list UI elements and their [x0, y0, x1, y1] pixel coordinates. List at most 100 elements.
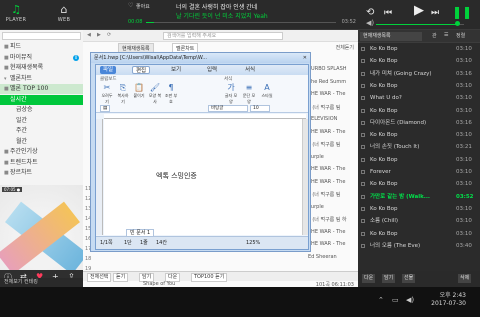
- playlist-row[interactable]: Ko Ko Bop 03:10: [358, 130, 480, 141]
- play-all-link[interactable]: 전체듣기: [336, 43, 354, 53]
- row-checkbox[interactable]: [361, 83, 365, 88]
- sidebar-item[interactable]: ■피드: [0, 42, 83, 52]
- hwp-editor-window[interactable]: 문서1.hwp [C:\Users\Wisal\AppData\Temp\W..…: [90, 52, 311, 252]
- album-cell[interactable]: '' (너 먹구름 팀: [308, 141, 358, 148]
- repeat-icon[interactable]: ⟲: [366, 7, 374, 19]
- row-checkbox[interactable]: [361, 108, 365, 113]
- sidebar-item[interactable]: 일간: [0, 116, 83, 126]
- ribbon-button[interactable]: ¶ 조판 부호: [164, 83, 178, 105]
- album-cell[interactable]: Purple: [308, 204, 358, 210]
- previous-icon[interactable]: ⏮: [384, 7, 392, 19]
- progress-bar[interactable]: [146, 22, 336, 23]
- ribbon-button[interactable]: ⎘ 복사하기: [116, 83, 130, 105]
- sidebar-item[interactable]: 월간: [0, 137, 83, 147]
- playlist-row[interactable]: 너의 손짓 (Touch It) 03:21: [358, 142, 480, 153]
- volume-control[interactable]: ◀): [366, 19, 476, 27]
- playlist-row[interactable]: Ko Ko Bop 03:10: [358, 204, 480, 215]
- add-to-button[interactable]: 담기: [382, 274, 396, 283]
- size-select[interactable]: 10: [250, 105, 270, 112]
- playlist-row[interactable]: Ko Ko Bop 03:10: [358, 44, 480, 55]
- volume-knob[interactable]: [454, 21, 460, 26]
- document-page[interactable]: 엑톡 스밍인증: [104, 119, 304, 235]
- menu-1[interactable]: 편집: [132, 66, 151, 74]
- sidebar-item[interactable]: ■현재재생목록: [0, 63, 83, 73]
- sidebar-item[interactable]: ■멜론 TOP 100: [0, 84, 83, 94]
- player-button[interactable]: ♫ PLAYER: [4, 3, 28, 23]
- playlist-row[interactable]: 다이아몬드 (Diamond) 03:16: [358, 118, 480, 129]
- sidebar-search[interactable]: [2, 32, 81, 40]
- play-icon[interactable]: ▶: [414, 4, 424, 17]
- playlist-row[interactable]: Ko Ko Bop 03:10: [358, 179, 480, 190]
- playlist-row[interactable]: Ko Ko Bop 03:10: [358, 229, 480, 240]
- menu-0[interactable]: 파일: [100, 66, 117, 74]
- row-checkbox[interactable]: [361, 219, 365, 224]
- album-cell[interactable]: THE WAR - The: [308, 179, 358, 185]
- menu-2[interactable]: 보기: [168, 66, 184, 74]
- sidebar-item[interactable]: 급상승: [0, 105, 83, 115]
- playlist-filter[interactable]: 관: [432, 32, 437, 39]
- row-checkbox[interactable]: [361, 47, 365, 51]
- row-checkbox[interactable]: [361, 206, 365, 211]
- close-icon[interactable]: ✕: [303, 53, 307, 63]
- album-cell[interactable]: TELEVISION: [308, 116, 358, 122]
- album-cell[interactable]: '' (너 먹구름 팀: [308, 104, 358, 111]
- heart-icon[interactable]: ♡: [128, 2, 133, 9]
- row-checkbox[interactable]: [361, 71, 365, 76]
- album-cell[interactable]: THE WAR - The: [308, 91, 358, 97]
- row-checkbox[interactable]: [361, 231, 365, 236]
- back-icon[interactable]: ◀: [87, 32, 91, 38]
- album-cell[interactable]: TURBO SPLASH: [308, 66, 358, 72]
- row-checkbox[interactable]: [361, 182, 365, 187]
- album-cell[interactable]: THE WAR - The: [308, 129, 358, 135]
- editor-titlebar[interactable]: 문서1.hwp [C:\Users\Wisal\AppData\Temp\W..…: [91, 53, 310, 63]
- refresh-icon[interactable]: ⟳: [107, 32, 111, 38]
- row-checkbox[interactable]: [361, 145, 365, 150]
- ribbon-button[interactable]: ≡ 문단 모양: [242, 83, 256, 105]
- document-text[interactable]: 엑톡 스밍인증: [156, 171, 197, 181]
- playlist-row[interactable]: Ko Ko Bop 03:10: [358, 56, 480, 67]
- chart-search-input[interactable]: 검색어를 입력해 주세요: [163, 32, 283, 40]
- playlist-row[interactable]: What U do? 03:10: [358, 93, 480, 104]
- playlist-row[interactable]: 소름 (Chill) 03:10: [358, 216, 480, 227]
- sidebar-item[interactable]: ■장르차트: [0, 168, 83, 178]
- vertical-ruler[interactable]: [96, 119, 103, 235]
- list-icon[interactable]: ☰: [444, 32, 448, 38]
- playlist-row[interactable]: Ko Ko Bop 03:10: [358, 155, 480, 166]
- playlist-row[interactable]: Ko Ko Bop 03:10: [358, 106, 480, 117]
- row-checkbox[interactable]: [361, 59, 365, 64]
- playlist-tab[interactable]: 현재재생목록: [360, 32, 422, 41]
- playlist-row[interactable]: 가만로 같는 밤 (Walk... 03:52: [358, 192, 480, 203]
- volume-slider[interactable]: [376, 24, 464, 25]
- playlist-row[interactable]: Forever 03:10: [358, 167, 480, 178]
- ribbon-button[interactable]: 가 글자 모양: [224, 83, 238, 105]
- album-cell[interactable]: The Red Summ: [308, 79, 358, 85]
- volume-tray-icon[interactable]: ◀): [406, 296, 414, 304]
- playlist-row[interactable]: 내가 미쳐 (Going Crazy) 03:16: [358, 69, 480, 80]
- sidebar-item[interactable]: ■마이뮤직 0: [0, 53, 83, 63]
- menu-3[interactable]: 입력: [204, 66, 220, 74]
- sidebar-item[interactable]: ▾ 멜론차트: [0, 74, 83, 84]
- download-button[interactable]: 다운: [362, 274, 376, 283]
- sidebar-item[interactable]: 주간: [0, 126, 83, 136]
- gift-button[interactable]: 선물: [402, 274, 416, 283]
- album-cell[interactable]: '' (너 먹구름 팀 하: [308, 216, 358, 223]
- zoom-level[interactable]: 125%: [246, 237, 260, 249]
- sort-button[interactable]: 정렬: [456, 32, 465, 39]
- vertical-scrollbar[interactable]: [302, 119, 308, 235]
- pause-icon[interactable]: ❚❚: [452, 6, 472, 18]
- album-cell[interactable]: THE WAR - The: [308, 229, 358, 235]
- sidebar-item[interactable]: ■트렌드차트: [0, 158, 83, 168]
- next-icon[interactable]: ⏭: [431, 7, 439, 19]
- ribbon-button[interactable]: ✂ 오려두기: [100, 83, 114, 105]
- album-cell[interactable]: THE WAR - The: [308, 241, 358, 247]
- style-icon[interactable]: ▤: [100, 105, 110, 112]
- album-cell[interactable]: Purple: [308, 154, 358, 160]
- sidebar-item[interactable]: 실시간: [0, 94, 83, 105]
- ribbon-button[interactable]: 🖌 모양 복사: [148, 83, 162, 105]
- row-checkbox[interactable]: [361, 96, 365, 101]
- row-checkbox[interactable]: [361, 120, 365, 125]
- speaker-icon[interactable]: ◀): [366, 19, 374, 27]
- row-checkbox[interactable]: [361, 170, 365, 174]
- album-cell[interactable]: Ed Sheeran: [308, 254, 358, 260]
- clock[interactable]: 오후 2:43 2017-07-30: [431, 292, 466, 308]
